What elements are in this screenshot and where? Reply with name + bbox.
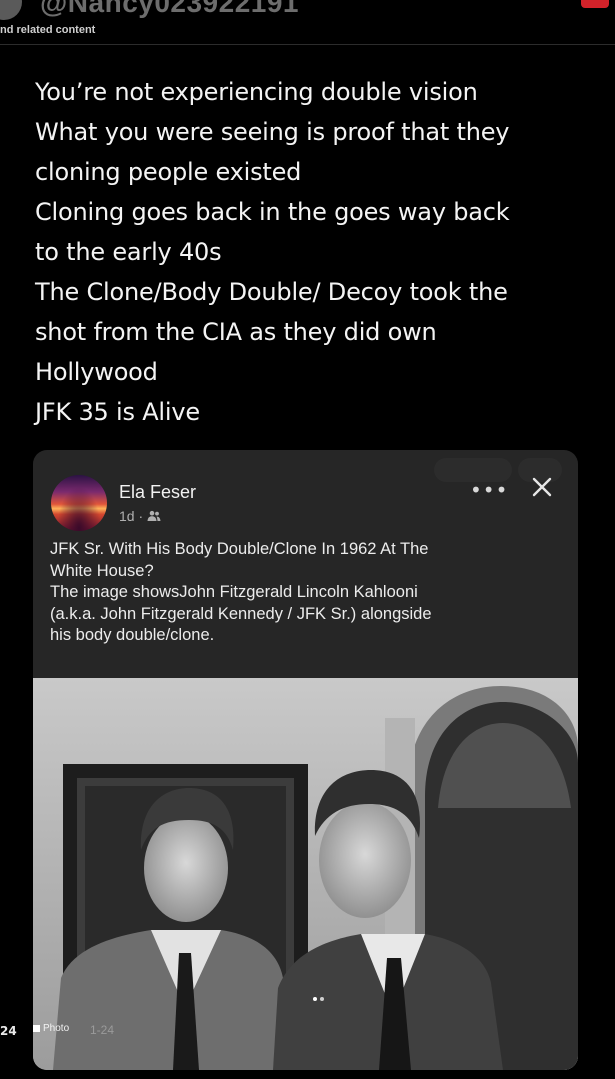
close-icon[interactable] (531, 476, 553, 502)
friends-icon (147, 510, 161, 522)
post-line: shot from the CIA as they did own (35, 318, 437, 346)
post-text: You’re not experiencing double vision Wh… (35, 72, 605, 432)
header-subtitle: nd related content (0, 24, 96, 36)
more-icon[interactable]: ••• (470, 478, 508, 502)
post-line: What you were seeing is proof that they (35, 118, 510, 146)
post-line: Cloning goes back in the goes way back (35, 198, 510, 226)
embedded-post-text: JFK Sr. With His Body Double/Clone In 19… (50, 539, 565, 647)
post-line: The Clone/Body Double/ Decoy took the (35, 278, 508, 306)
post-line: cloning people existed (35, 158, 302, 186)
user-handle[interactable]: @Nancy023922191 (40, 0, 299, 19)
author-name[interactable]: Ela Feser (119, 482, 196, 503)
post-line: You’re not experiencing double vision (35, 78, 478, 106)
post-line: to the early 40s (35, 238, 222, 266)
embedded-text-line: The image showsJohn Fitzgerald Lincoln K… (50, 583, 418, 601)
pager-dot (313, 997, 317, 1001)
pager-dot (320, 997, 324, 1001)
user-avatar[interactable] (0, 0, 22, 20)
post-photo[interactable] (33, 678, 578, 1070)
photo-date: 1-24 (90, 1023, 115, 1037)
post-time: 1d · (119, 508, 144, 524)
author-avatar[interactable] (51, 475, 107, 531)
header-divider (0, 44, 615, 45)
embedded-text-line: JFK Sr. With His Body Double/Clone In 19… (50, 540, 429, 558)
embedded-text-line: White House? (50, 561, 154, 580)
post-line: JFK 35 is Alive (35, 398, 200, 426)
photo-tag-label: Photo (43, 1023, 70, 1034)
media-count: 24 (0, 1024, 17, 1038)
photo-pager[interactable] (313, 997, 324, 1001)
photo-tag-icon (33, 1025, 40, 1032)
photo-tag: Photo (33, 1023, 69, 1034)
embedded-text-line: his body double/clone. (50, 626, 215, 644)
embedded-post-card[interactable]: Ela Feser 1d · ••• JFK Sr. With His Body… (33, 450, 578, 1070)
screen: @Nancy023922191 nd related content You’r… (0, 0, 615, 1079)
post-line: Hollywood (35, 358, 158, 386)
notification-badge[interactable] (581, 0, 609, 8)
embedded-text-line: (a.k.a. John Fitzgerald Kennedy / JFK Sr… (50, 604, 432, 623)
post-meta: 1d · (119, 508, 161, 524)
